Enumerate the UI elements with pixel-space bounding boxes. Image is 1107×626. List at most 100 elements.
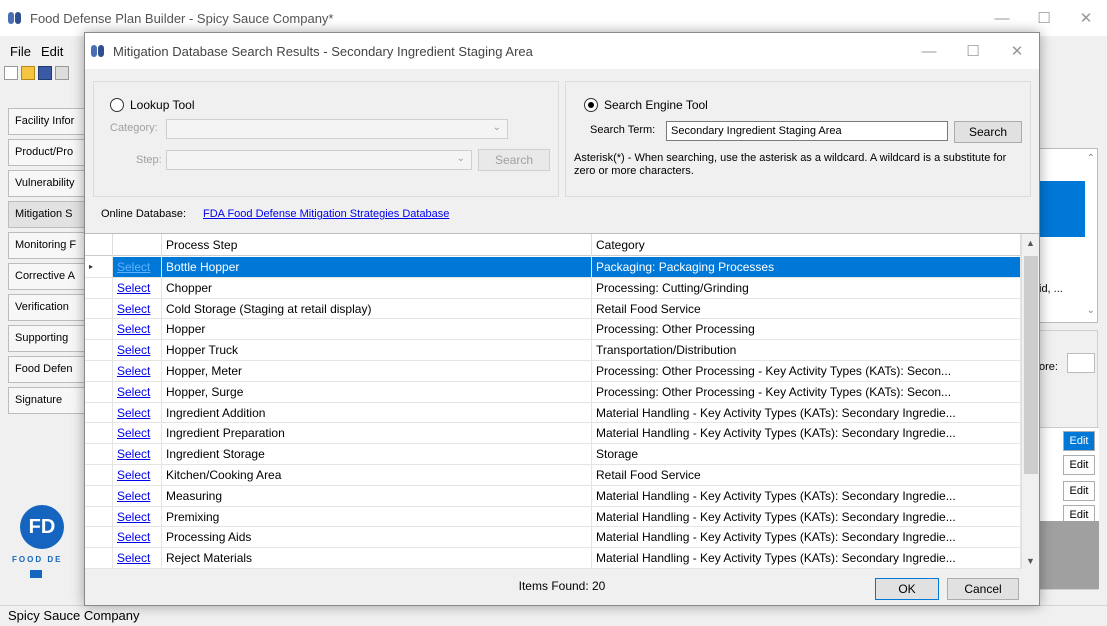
select-link[interactable]: Select	[113, 277, 162, 298]
edit-button[interactable]: Edit	[1063, 455, 1095, 475]
edit-button[interactable]: Edit	[1063, 431, 1095, 451]
minimize-icon[interactable]: —	[981, 0, 1023, 36]
table-row[interactable]: Select Processing Aids Material Handling -…	[85, 527, 1021, 549]
process-step-cell[interactable]: Processing Aids	[162, 527, 592, 548]
open-folder-icon[interactable]	[21, 66, 35, 80]
selected-list-item[interactable]	[1035, 181, 1085, 237]
nav-verification[interactable]: Verification	[8, 294, 88, 321]
select-link[interactable]: Select	[113, 257, 162, 277]
category-cell[interactable]: Processing: Other Processing - Key Activ…	[592, 360, 1021, 381]
process-step-cell[interactable]: Hopper Truck	[162, 340, 592, 361]
category-cell[interactable]: Retail Food Service	[592, 464, 1021, 485]
cancel-button[interactable]: Cancel	[947, 578, 1019, 600]
select-link[interactable]: Select	[113, 360, 162, 381]
category-cell[interactable]: Material Handling - Key Activity Types (…	[592, 485, 1021, 506]
process-step-cell[interactable]: Hopper, Surge	[162, 381, 592, 402]
category-cell[interactable]: Processing: Other Processing	[592, 319, 1021, 340]
edit-button[interactable]: Edit	[1063, 481, 1095, 501]
nav-vulnerability[interactable]: Vulnerability	[8, 170, 88, 197]
fda-database-link[interactable]: FDA Food Defense Mitigation Strategies D…	[203, 208, 449, 220]
process-step-cell[interactable]: Cold Storage (Staging at retail display)	[162, 298, 592, 319]
scrollbar-thumb[interactable]	[1024, 256, 1038, 474]
ok-button[interactable]: OK	[875, 578, 939, 600]
scroll-down-icon[interactable]: ▼	[1026, 556, 1035, 566]
select-link[interactable]: Select	[113, 506, 162, 527]
category-combo[interactable]: ⌄	[166, 119, 508, 139]
category-header[interactable]: Category	[592, 234, 1021, 256]
nav-mitigation-strategies[interactable]: Mitigation S	[8, 201, 88, 228]
category-cell[interactable]: Material Handling - Key Activity Types (…	[592, 527, 1021, 548]
score-field[interactable]	[1067, 353, 1095, 373]
select-link[interactable]: Select	[113, 298, 162, 319]
select-link[interactable]: Select	[113, 381, 162, 402]
process-step-cell[interactable]: Reject Materials	[162, 548, 592, 569]
new-file-icon[interactable]	[4, 66, 18, 80]
menu-edit[interactable]: Edit	[41, 44, 63, 59]
table-row[interactable]: Select Measuring Material Handling - Key A…	[85, 485, 1021, 507]
process-step-cell[interactable]: Bottle Hopper	[162, 257, 592, 277]
table-row[interactable]: Select Ingredient Preparation Material Han…	[85, 423, 1021, 445]
category-cell[interactable]: Retail Food Service	[592, 298, 1021, 319]
scroll-up-icon[interactable]: ⌃	[1087, 153, 1095, 164]
lookup-tool-radio[interactable]: Lookup Tool	[110, 98, 195, 112]
process-step-cell[interactable]: Measuring	[162, 485, 592, 506]
search-term-input[interactable]: Secondary Ingredient Staging Area	[666, 121, 948, 141]
table-row[interactable]: Select Cold Storage (Staging at retail di…	[85, 298, 1021, 320]
category-cell[interactable]: Storage	[592, 444, 1021, 465]
process-step-header[interactable]: Process Step	[162, 234, 592, 256]
process-step-cell[interactable]: Premixing	[162, 506, 592, 527]
select-link[interactable]: Select	[113, 485, 162, 506]
table-row[interactable]: ▸ Select Bottle Hopper Packaging: Packaging…	[85, 257, 1021, 278]
process-step-cell[interactable]: Hopper, Meter	[162, 360, 592, 381]
radio-off-icon[interactable]	[110, 98, 124, 112]
search-engine-radio[interactable]: Search Engine Tool	[584, 98, 708, 112]
select-link[interactable]: Select	[113, 423, 162, 444]
table-row[interactable]: Select Hopper, Surge Processing: Other Pro…	[85, 381, 1021, 403]
process-step-cell[interactable]: Ingredient Preparation	[162, 423, 592, 444]
table-row[interactable]: Select Reject Materials Material Handling …	[85, 548, 1021, 569]
table-row[interactable]: Select Hopper Truck Transportation/Distrib…	[85, 340, 1021, 361]
nav-supporting[interactable]: Supporting	[8, 325, 88, 352]
save-icon[interactable]	[38, 66, 52, 80]
radio-on-icon[interactable]	[584, 98, 598, 112]
select-link[interactable]: Select	[113, 464, 162, 485]
process-step-cell[interactable]: Ingredient Addition	[162, 402, 592, 423]
category-cell[interactable]: Material Handling - Key Activity Types (…	[592, 402, 1021, 423]
table-row[interactable]: Select Chopper Processing: Cutting/Grindin…	[85, 277, 1021, 299]
engine-search-button[interactable]: Search	[954, 121, 1022, 143]
nav-food-defense[interactable]: Food Defen	[8, 356, 88, 383]
category-cell[interactable]: Packaging: Packaging Processes	[592, 257, 1021, 277]
category-cell[interactable]: Material Handling - Key Activity Types (…	[592, 548, 1021, 569]
nav-signature[interactable]: Signature	[8, 387, 88, 414]
category-cell[interactable]: Processing: Other Processing - Key Activ…	[592, 381, 1021, 402]
nav-corrective-actions[interactable]: Corrective A	[8, 263, 88, 290]
scroll-up-icon[interactable]: ▲	[1026, 238, 1035, 248]
category-cell[interactable]: Transportation/Distribution	[592, 340, 1021, 361]
nav-facility-info[interactable]: Facility Infor	[8, 108, 88, 135]
maximize-icon[interactable]: ☐	[951, 33, 995, 69]
close-icon[interactable]: ✕	[995, 33, 1039, 69]
minimize-icon[interactable]: —	[907, 33, 951, 69]
table-row[interactable]: Select Hopper Processing: Other Processing	[85, 319, 1021, 341]
category-cell[interactable]: Material Handling - Key Activity Types (…	[592, 423, 1021, 444]
process-step-cell[interactable]: Kitchen/Cooking Area	[162, 464, 592, 485]
scroll-down-icon[interactable]: ⌄	[1087, 305, 1095, 316]
lookup-search-button[interactable]: Search	[478, 149, 550, 171]
select-link[interactable]: Select	[113, 444, 162, 465]
close-icon[interactable]: ✕	[1065, 0, 1107, 36]
process-step-cell[interactable]: Chopper	[162, 277, 592, 298]
table-row[interactable]: Select Ingredient Storage Storage	[85, 444, 1021, 465]
table-row[interactable]: Select Hopper, Meter Processing: Other Pro…	[85, 360, 1021, 382]
category-cell[interactable]: Material Handling - Key Activity Types (…	[592, 506, 1021, 527]
select-link[interactable]: Select	[113, 340, 162, 361]
process-step-cell[interactable]: Hopper	[162, 319, 592, 340]
menu-file[interactable]: File	[10, 44, 31, 59]
table-row[interactable]: Select Kitchen/Cooking Area Retail Food Se…	[85, 464, 1021, 486]
table-row[interactable]: Select Premixing Material Handling - Key A…	[85, 506, 1021, 528]
select-link[interactable]: Select	[113, 527, 162, 548]
step-combo[interactable]: ⌄	[166, 150, 472, 170]
table-row[interactable]: Select Ingredient Addition Material Handli…	[85, 402, 1021, 424]
print-icon[interactable]	[55, 66, 69, 80]
maximize-icon[interactable]: ☐	[1023, 0, 1065, 36]
grid-scrollbar[interactable]: ▲ ▼	[1021, 234, 1039, 569]
